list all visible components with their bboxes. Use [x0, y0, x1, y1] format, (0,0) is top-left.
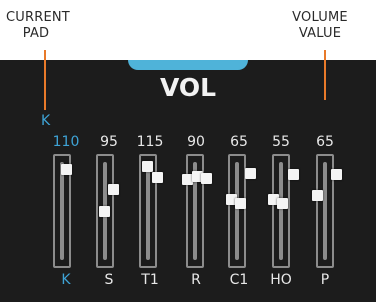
- fader-knob[interactable]: [108, 184, 119, 195]
- pad-label: R: [191, 272, 201, 288]
- current-pad-pointer: [44, 50, 46, 110]
- pad-value: 90: [187, 134, 205, 150]
- volume-fader[interactable]: [182, 154, 212, 268]
- pad-label: C1: [229, 272, 249, 288]
- volume-value-annotation: VOLUME VALUE: [270, 10, 370, 42]
- pad-label: HO: [270, 272, 292, 288]
- volume-fader[interactable]: [96, 154, 119, 268]
- volume-value-pointer: [324, 50, 326, 100]
- pad-value: 65: [230, 134, 248, 150]
- fader-slot: [146, 162, 150, 260]
- current-pad-indicator: K: [41, 113, 51, 129]
- volume-fader[interactable]: [139, 154, 163, 268]
- fader-knob[interactable]: [245, 168, 256, 179]
- volume-fader[interactable]: [53, 154, 72, 268]
- pad-value: 95: [100, 134, 118, 150]
- current-pad-annotation-line2: PAD: [22, 26, 50, 41]
- pad-value: 115: [136, 134, 164, 150]
- volume-fader[interactable]: [226, 154, 256, 268]
- fader-knob[interactable]: [288, 169, 299, 180]
- pad-label: K: [61, 272, 71, 288]
- volume-fader[interactable]: [312, 154, 342, 268]
- screen-tab-indicator: [128, 60, 248, 70]
- fader-knob[interactable]: [312, 190, 323, 201]
- fader-knob[interactable]: [201, 173, 212, 184]
- fader-knob[interactable]: [277, 198, 288, 209]
- pad-value: 55: [272, 134, 290, 150]
- fader-slot: [235, 162, 239, 260]
- volume-fader[interactable]: [268, 154, 299, 268]
- current-pad-annotation-line1: CURRENT: [6, 10, 70, 25]
- fader-slot: [60, 162, 64, 260]
- fader-knob[interactable]: [99, 206, 110, 217]
- pad-label: P: [320, 272, 330, 288]
- fader-knob[interactable]: [152, 172, 163, 183]
- pad-value: 65: [316, 134, 334, 150]
- volume-value-annotation-line2: VALUE: [298, 26, 342, 41]
- fader-knob[interactable]: [235, 198, 246, 209]
- fader-slot: [323, 162, 327, 260]
- fader-knob[interactable]: [142, 161, 153, 172]
- pad-label: T1: [141, 272, 159, 288]
- current-pad-annotation: CURRENT PAD: [6, 10, 70, 42]
- screen-title: VOL: [159, 73, 217, 102]
- fader-slot: [279, 162, 283, 260]
- fader-knob[interactable]: [331, 169, 342, 180]
- pad-label: S: [104, 272, 114, 288]
- fader-knob[interactable]: [61, 164, 72, 175]
- volume-value-annotation-line1: VOLUME: [292, 10, 348, 25]
- pad-value: 110: [52, 134, 80, 150]
